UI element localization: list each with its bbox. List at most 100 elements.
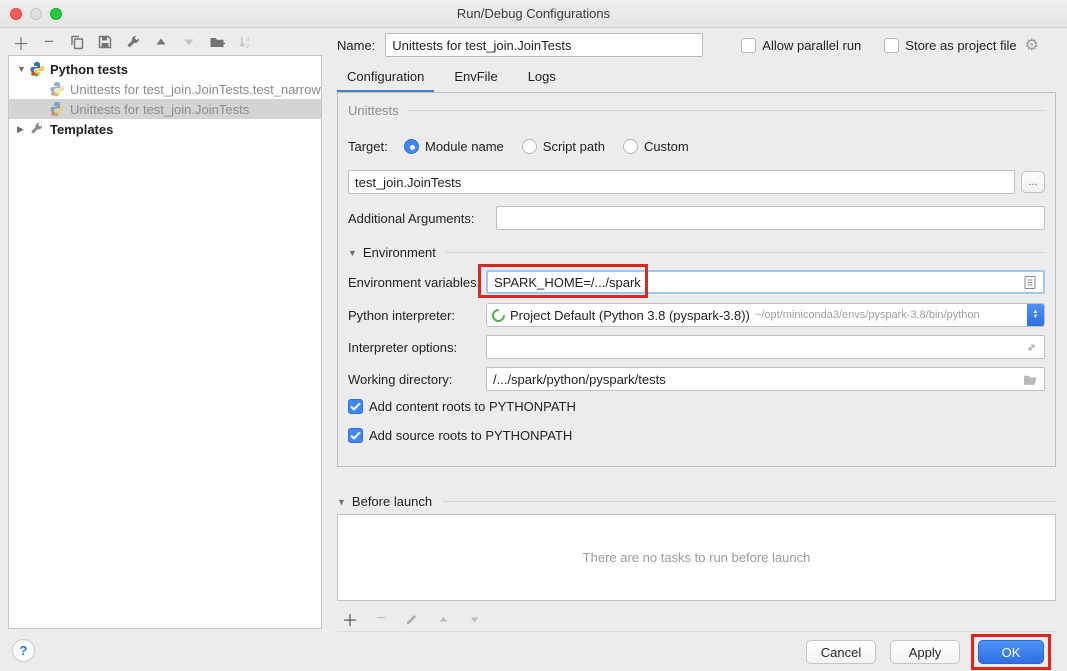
tab-envfile[interactable]: EnvFile [444,66,507,92]
working-directory-input[interactable] [493,368,1019,390]
target-script-path-label: Script path [543,139,605,154]
before-launch-empty-message: There are no tasks to run before launch [583,550,811,565]
python-tests-icon [49,81,65,97]
add-source-roots-checkbox[interactable] [348,428,363,443]
tree-item-label: Python tests [50,62,128,77]
wrench-icon [29,121,45,137]
working-directory-field[interactable] [486,367,1045,391]
additional-arguments-field[interactable] [496,206,1045,230]
target-row: Target: Module name Script path Custom [348,139,1045,154]
python-interpreter-path: ~/opt/miniconda3/envs/pyspark-3.8/bin/py… [755,309,1023,321]
interpreter-options-field[interactable] [486,335,1045,359]
folder-icon[interactable] [1023,373,1038,386]
additional-arguments-label: Additional Arguments: [348,211,486,226]
add-content-roots-label: Add content roots to PYTHONPATH [369,399,576,414]
target-value-field[interactable] [348,170,1015,194]
dropdown-stepper-icon[interactable]: ▲▼ [1027,303,1044,327]
minimize-window-button [30,8,42,20]
zoom-window-button[interactable] [50,8,62,20]
add-configuration-icon[interactable]: ＋ [12,33,30,51]
chevron-down-icon[interactable]: ▼ [17,64,29,74]
title-bar: Run/Debug Configurations [0,0,1067,28]
add-source-roots-row: Add source roots to PYTHONPATH [348,428,572,443]
divider [442,501,1056,502]
store-as-project-file-checkbox[interactable] [884,38,899,53]
close-window-button[interactable] [10,8,22,20]
new-folder-icon[interactable] [208,33,226,51]
add-source-roots-label: Add source roots to PYTHONPATH [369,428,572,443]
apply-button[interactable]: Apply [890,640,960,664]
gear-icon[interactable]: ⚙ [1025,35,1039,55]
tree-item-label: Unittests for test_join.JoinTests.test_n… [70,82,321,97]
allow-parallel-run-label: Allow parallel run [762,38,861,53]
before-launch-section-title: Before launch [352,494,432,509]
target-value-input[interactable] [355,171,1008,193]
window-title: Run/Debug Configurations [0,0,1067,27]
environment-variables-input[interactable] [494,272,1019,292]
target-custom-radio[interactable] [623,139,638,154]
add-task-icon[interactable]: ＋ [341,610,359,628]
tree-item-label: Unittests for test_join.JoinTests [70,102,249,117]
save-configuration-icon[interactable] [96,33,114,51]
tab-configuration[interactable]: Configuration [337,66,434,92]
tree-item-unittests-jointests[interactable]: Unittests for test_join.JoinTests [9,99,321,119]
edit-task-icon [403,610,421,628]
name-row: Name: Allow parallel run Store as projec… [337,32,1059,58]
add-content-roots-row: Add content roots to PYTHONPATH [348,399,576,414]
environment-variables-label: Environment variables: [348,275,486,290]
ok-button[interactable]: OK [978,640,1044,664]
before-launch-task-list[interactable]: There are no tasks to run before launch [337,514,1056,601]
divider [446,252,1045,253]
unittests-group-title: Unittests [348,103,399,118]
python-tests-icon [49,101,65,117]
before-launch-toolbar: ＋ − [341,610,483,628]
move-task-up-icon [434,610,452,628]
target-label: Target: [348,139,404,154]
interpreter-options-input[interactable] [493,336,1021,358]
browse-target-button[interactable]: ... [1021,171,1045,193]
chevron-down-icon[interactable]: ▼ [337,497,346,507]
tab-logs[interactable]: Logs [518,66,566,92]
python-interpreter-label: Python interpreter: [348,308,486,323]
copy-configuration-icon[interactable] [68,33,86,51]
svg-text:z: z [246,43,249,50]
additional-arguments-input[interactable] [503,207,1038,229]
environment-variables-field[interactable] [486,270,1045,294]
target-module-name-label: Module name [425,139,504,154]
interpreter-options-label: Interpreter options: [348,340,486,355]
target-script-path-radio[interactable] [522,139,537,154]
expand-field-icon[interactable] [1025,341,1038,354]
remove-task-icon: − [372,610,390,628]
divider [409,110,1045,111]
configurations-tree: ▼ Python tests Unittests for test_join.J… [8,55,322,629]
allow-parallel-run-checkbox[interactable] [741,38,756,53]
tree-item-templates[interactable]: ▶ Templates [9,119,321,139]
move-task-down-icon [465,610,483,628]
tree-item-unittests-test-narrow[interactable]: Unittests for test_join.JoinTests.test_n… [9,79,321,99]
traffic-lights [10,8,62,20]
move-down-icon [180,33,198,51]
tree-item-python-tests[interactable]: ▼ Python tests [9,59,321,79]
divider [337,631,1056,632]
edit-templates-icon[interactable] [124,33,142,51]
configurations-toolbar: ＋ − az [12,31,254,53]
help-button[interactable]: ? [12,639,35,662]
conda-environment-icon [489,306,507,324]
remove-configuration-icon[interactable]: − [40,33,58,51]
cancel-button[interactable]: Cancel [806,640,876,664]
python-interpreter-value: Project Default (Python 3.8 (pyspark-3.8… [510,308,750,323]
tree-item-label: Templates [50,122,113,137]
name-input[interactable] [385,33,703,57]
python-interpreter-select[interactable]: Project Default (Python 3.8 (pyspark-3.8… [486,303,1045,327]
working-directory-label: Working directory: [348,372,486,387]
chevron-down-icon[interactable]: ▼ [348,248,357,258]
edit-variables-icon[interactable] [1023,275,1037,290]
environment-section-title: Environment [363,245,436,260]
add-content-roots-checkbox[interactable] [348,399,363,414]
name-label: Name: [337,38,375,53]
chevron-right-icon[interactable]: ▶ [17,124,29,135]
target-module-name-radio[interactable] [404,139,419,154]
target-custom-label: Custom [644,139,689,154]
tab-bar: Configuration EnvFile Logs [337,66,576,92]
move-up-icon[interactable] [152,33,170,51]
